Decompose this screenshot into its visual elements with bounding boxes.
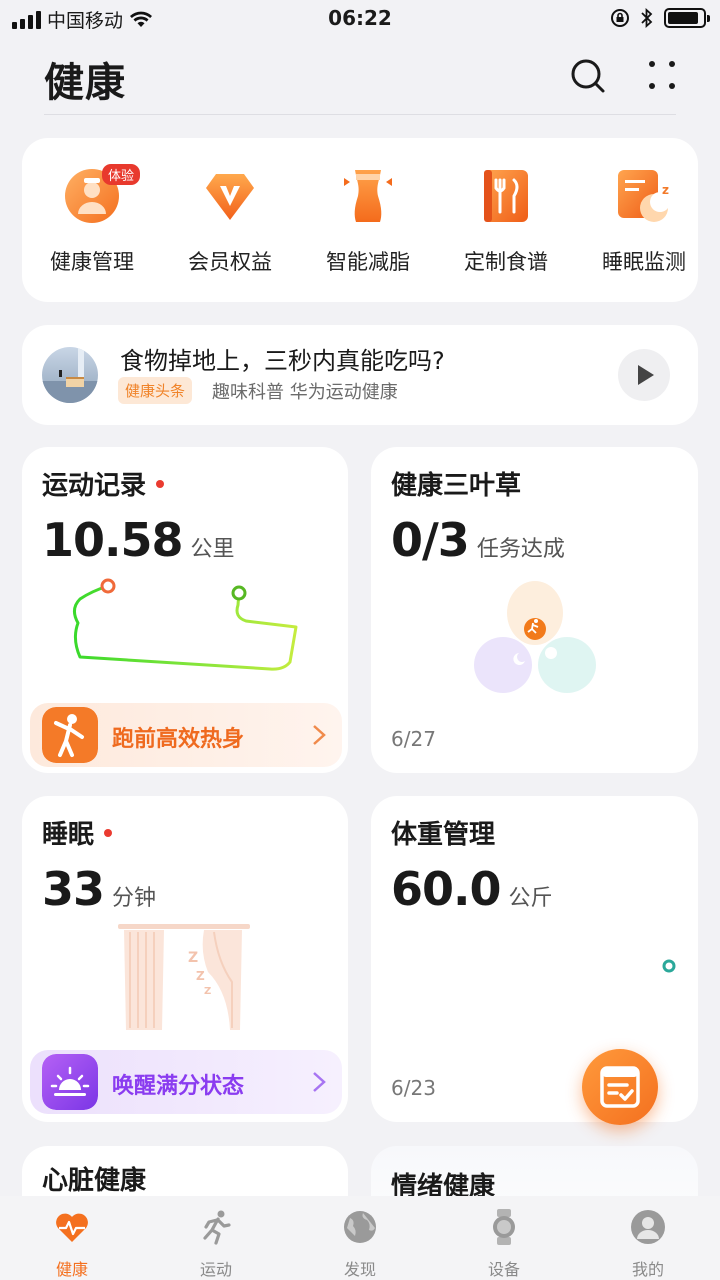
page-title: 健康 bbox=[44, 60, 126, 106]
clover-chart bbox=[474, 581, 596, 693]
sleep-monitor-icon: z bbox=[618, 170, 670, 222]
quick-entry-label: 定制食谱 bbox=[464, 250, 548, 274]
page-header: 健康 bbox=[0, 40, 720, 116]
quick-entry-sleep-monitor[interactable]: z 睡眠监测 bbox=[574, 138, 698, 302]
news-title: 食物掉地上，三秒内真能吃吗? bbox=[120, 347, 445, 375]
quick-entry-card: 体验 健康管理 会员权益 智能减脂 定制食谱 z 睡眠监测 bbox=[22, 138, 698, 302]
fat-loss-icon bbox=[344, 170, 392, 222]
wake-up-label: 唤醒满分状态 bbox=[112, 1074, 245, 1099]
card-title: 健康三叶草 bbox=[391, 471, 522, 501]
play-icon bbox=[638, 365, 654, 385]
news-card[interactable]: 食物掉地上，三秒内真能吃吗? 健康头条 趣味科普 华为运动健康 bbox=[22, 325, 698, 425]
card-value: 10.58 公里 bbox=[42, 513, 235, 567]
nav-tab-exercise[interactable]: 运动 bbox=[144, 1196, 288, 1280]
sunrise-icon bbox=[42, 1054, 98, 1110]
toast-on-floor-image bbox=[42, 347, 98, 403]
curtain-illustration: Z Z Z bbox=[118, 924, 250, 1030]
nav-tab-health[interactable]: 健康 bbox=[0, 1196, 144, 1280]
nav-tab-devices[interactable]: 设备 bbox=[432, 1196, 576, 1280]
more-dots-icon bbox=[649, 61, 675, 89]
quick-entry-vip-benefits[interactable]: 会员权益 bbox=[160, 138, 300, 302]
profile-icon bbox=[631, 1210, 665, 1244]
play-button[interactable] bbox=[618, 349, 670, 401]
checklist-icon bbox=[600, 1066, 640, 1108]
quick-entry-label: 健康管理 bbox=[50, 250, 134, 274]
card-title: 睡眠 bbox=[42, 814, 113, 851]
quick-entry-label: 睡眠监测 bbox=[602, 250, 686, 274]
discover-globe-icon bbox=[344, 1211, 376, 1243]
vip-benefits-icon bbox=[206, 174, 254, 220]
card-date: 6/27 bbox=[391, 727, 436, 751]
news-source: 趣味科普 华为运动健康 bbox=[212, 382, 398, 403]
record-fab-button[interactable] bbox=[582, 1049, 658, 1125]
new-dot-icon bbox=[156, 480, 165, 488]
warmup-exercise-icon bbox=[42, 707, 98, 763]
rotation-lock-icon bbox=[611, 9, 629, 27]
bottom-navigation: 健康 运动 发现 设备 我的 bbox=[0, 1196, 720, 1280]
heart-pulse-icon bbox=[56, 1213, 88, 1242]
route-map bbox=[73, 578, 298, 671]
trial-badge: 体验 bbox=[102, 164, 141, 185]
warmup-label: 跑前高效热身 bbox=[112, 727, 245, 752]
card-title: 运动记录 bbox=[42, 465, 165, 502]
card-value: 0/3 任务达成 bbox=[391, 513, 565, 567]
quick-entry-recipe[interactable]: 定制食谱 bbox=[436, 138, 576, 302]
watch-icon bbox=[493, 1209, 515, 1245]
weight-data-point bbox=[662, 959, 676, 973]
nav-tab-discover[interactable]: 发现 bbox=[288, 1196, 432, 1280]
status-right bbox=[610, 8, 710, 28]
chevron-right-icon bbox=[313, 1072, 326, 1092]
new-dot-icon bbox=[104, 829, 113, 837]
sleep-card[interactable]: 睡眠 33 分钟 Z Z Z 唤醒满分状态 bbox=[22, 796, 348, 1122]
bluetooth-icon bbox=[641, 8, 653, 28]
svg-text:Z: Z bbox=[204, 986, 211, 997]
svg-text:z: z bbox=[662, 183, 669, 197]
nav-label: 运动 bbox=[199, 1260, 232, 1279]
card-title: 体重管理 bbox=[391, 820, 496, 850]
more-button[interactable] bbox=[640, 54, 684, 98]
quick-entry-health-management[interactable]: 体验 健康管理 bbox=[22, 138, 162, 302]
recipe-icon bbox=[484, 170, 528, 222]
card-date: 6/23 bbox=[391, 1076, 436, 1100]
warmup-button[interactable]: 跑前高效热身 bbox=[30, 703, 342, 767]
quick-entry-fat-loss[interactable]: 智能减脂 bbox=[298, 138, 438, 302]
wake-up-button[interactable]: 唤醒满分状态 bbox=[30, 1050, 342, 1114]
search-icon bbox=[571, 59, 605, 93]
header-divider bbox=[44, 114, 676, 115]
exercise-record-card[interactable]: 运动记录 10.58 公里 跑前高效热身 bbox=[22, 447, 348, 773]
nav-label: 发现 bbox=[343, 1260, 376, 1279]
nav-label: 健康 bbox=[55, 1260, 88, 1279]
status-bar: 中国移动 06:22 bbox=[0, 0, 720, 40]
search-button[interactable] bbox=[566, 54, 610, 98]
quick-entry-label: 智能减脂 bbox=[326, 250, 410, 274]
svg-text:Z: Z bbox=[196, 969, 205, 983]
running-icon bbox=[203, 1210, 231, 1245]
battery-icon bbox=[664, 8, 710, 28]
svg-text:Z: Z bbox=[188, 950, 198, 966]
news-thumbnail bbox=[42, 347, 98, 403]
chevron-right-icon bbox=[313, 725, 326, 745]
card-title: 心脏健康 bbox=[42, 1166, 147, 1196]
card-value: 60.0 公斤 bbox=[391, 862, 553, 916]
nav-tab-profile[interactable]: 我的 bbox=[576, 1196, 720, 1280]
nav-label: 设备 bbox=[487, 1260, 520, 1279]
quick-entry-label: 会员权益 bbox=[188, 250, 272, 274]
news-tag: 健康头条 bbox=[118, 377, 193, 404]
health-clover-card[interactable]: 健康三叶草 0/3 任务达成 6/27 bbox=[371, 447, 698, 773]
nav-label: 我的 bbox=[631, 1260, 664, 1279]
card-value: 33 分钟 bbox=[42, 862, 157, 916]
